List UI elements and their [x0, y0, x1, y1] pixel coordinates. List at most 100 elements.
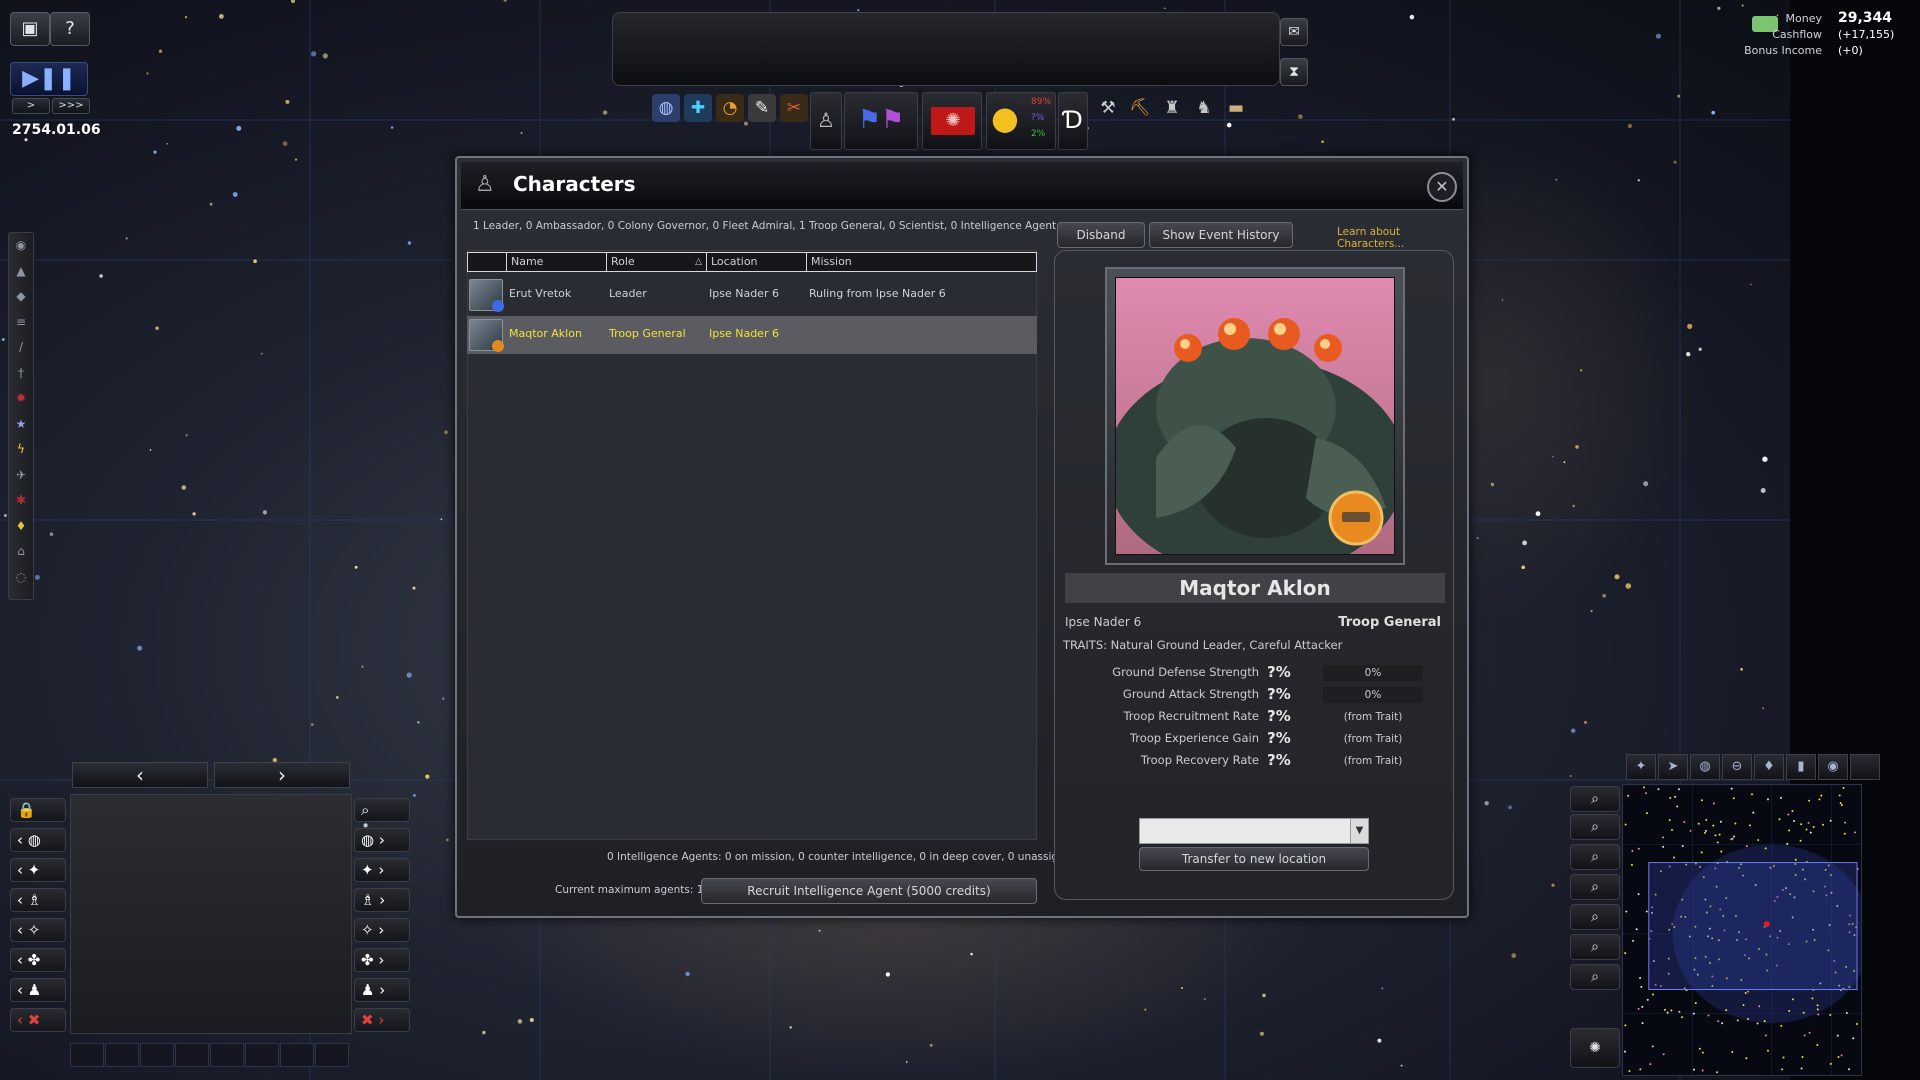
filter-empty-icon[interactable] [1850, 754, 1880, 780]
quick-slot[interactable] [105, 1043, 139, 1067]
zoom-system-button[interactable]: ⌕ [1570, 874, 1620, 900]
pickaxe-icon[interactable]: ⚒ [1094, 94, 1122, 122]
quick-slot[interactable] [70, 1043, 104, 1067]
recruit-agent-button[interactable]: Recruit Intelligence Agent (5000 credits… [701, 878, 1037, 904]
diplomacy-plus-icon[interactable]: ✚ [684, 94, 712, 122]
tank-icon[interactable]: ▬ [1222, 94, 1250, 122]
zoom-out-button[interactable]: ⌕ [1570, 964, 1620, 990]
galaxy-view-button[interactable]: ✺ [1570, 1028, 1620, 1068]
quick-slot[interactable] [140, 1043, 174, 1067]
planet-icon[interactable]: ◉ [9, 233, 33, 259]
play-pause-button[interactable]: ▶❚❚ [10, 62, 88, 96]
next-planet-button[interactable]: ◍ › [354, 828, 410, 852]
zoom-target-button[interactable]: ⌕ [1570, 814, 1620, 840]
minimap-viewport[interactable] [1648, 862, 1858, 990]
resources-pie-icon[interactable]: ◔ [716, 94, 744, 122]
next-ship-button[interactable]: ✦ › [354, 858, 410, 882]
diplomacy-button[interactable]: ⚑⚑ [844, 92, 918, 150]
transfer-location-button[interactable]: Transfer to new location [1139, 847, 1369, 871]
prev-planet-button[interactable]: ‹ ◍ [10, 828, 66, 852]
star-icon[interactable]: ★ [9, 412, 33, 438]
speed-fast-button[interactable]: >>> [52, 98, 90, 114]
ship-icon[interactable]: ▲ [9, 259, 33, 285]
research-icon[interactable]: ♦ [9, 514, 33, 540]
next-troop-button[interactable]: ♟ › [354, 978, 410, 1002]
prev-enemy-button[interactable]: ‹ ✖ [10, 1008, 66, 1032]
quick-slot[interactable] [175, 1043, 209, 1067]
filter-planet-icon[interactable]: ◍ [1690, 754, 1720, 780]
column-role[interactable]: Role △ [606, 253, 706, 271]
filter-orbit-icon[interactable]: ⊖ [1722, 754, 1752, 780]
target-icon[interactable]: ✹ [9, 386, 33, 412]
empire-icon[interactable]: ◍ [652, 94, 680, 122]
learn-about-characters-link[interactable]: Learn about Characters... [1337, 226, 1467, 250]
lock-button[interactable]: 🔒 [10, 798, 66, 822]
base-icon[interactable]: ◆ [9, 284, 33, 310]
column-location[interactable]: Location [706, 253, 806, 271]
filter-empire-icon[interactable]: ✦ [1626, 754, 1656, 780]
message-history-button[interactable]: ⧗ [1280, 58, 1308, 86]
speed-slow-button[interactable]: > [12, 98, 50, 114]
fighter-icon[interactable]: ✈ [9, 463, 33, 489]
construction-icon[interactable]: / [9, 335, 33, 361]
policy-icon[interactable]: ✂ [780, 94, 808, 122]
zoom-enemy-button[interactable]: ⌕ [1570, 844, 1620, 870]
intelligence-button[interactable]: Ɗ [1058, 92, 1088, 150]
troop-icon[interactable]: † [9, 361, 33, 387]
zoom-region-button[interactable]: ⌕ [1570, 934, 1620, 960]
energy-icon[interactable]: ϟ [9, 437, 33, 463]
close-button[interactable]: ✕ [1427, 172, 1457, 202]
expansion-planner-icon[interactable]: ✎ [748, 94, 776, 122]
army-group-icon[interactable]: ♞ [1190, 94, 1218, 122]
prev-construction-button[interactable]: ‹ ♗ [10, 888, 66, 912]
next-button[interactable]: › [214, 762, 350, 788]
characters-button[interactable]: ♙ [810, 92, 842, 150]
anomaly-icon[interactable]: ◌ [9, 565, 33, 591]
prev-fleet-button[interactable]: ‹ ✧ [10, 918, 66, 942]
location-select[interactable]: ▼ [1139, 818, 1369, 844]
minimap-star [1781, 1068, 1784, 1071]
filter-nebula-icon[interactable]: ▮ [1786, 754, 1816, 780]
column-name[interactable]: Name [506, 253, 606, 271]
filter-ship-icon[interactable]: ➤ [1658, 754, 1688, 780]
quick-slot[interactable] [210, 1043, 244, 1067]
prev-troop-button[interactable]: ‹ ♟ [10, 978, 66, 1002]
column-mission[interactable]: Mission [806, 253, 1036, 271]
message-bar[interactable] [612, 12, 1280, 86]
minimap[interactable] [1622, 784, 1862, 1076]
previous-button[interactable]: ‹ [72, 762, 208, 788]
next-base-button[interactable]: ✤ › [354, 948, 410, 972]
research-button[interactable]: ● 89% ?% 2% [986, 92, 1056, 150]
star [1575, 445, 1579, 449]
ruins-icon[interactable]: ⌂ [9, 539, 33, 565]
quick-slot[interactable] [315, 1043, 349, 1067]
ship-icon: ✦ › [361, 861, 385, 879]
pirate-icon[interactable]: ✱ [9, 488, 33, 514]
next-enemy-button[interactable]: ✖ › [354, 1008, 410, 1032]
table-row-selected[interactable]: Maqtor Aklon Troop General Ipse Nader 6 [467, 316, 1037, 354]
filter-galaxy-icon[interactable]: ◉ [1818, 754, 1848, 780]
quick-slot[interactable] [245, 1043, 279, 1067]
next-fleet-button[interactable]: ✧ › [354, 918, 410, 942]
filter-research-icon[interactable]: ♦ [1754, 754, 1784, 780]
disband-button[interactable]: Disband [1057, 222, 1145, 248]
chevron-down-icon[interactable]: ▼ [1350, 819, 1368, 843]
show-event-history-button[interactable]: Show Event History [1149, 222, 1293, 248]
messages-button[interactable]: ✉ [1280, 18, 1308, 46]
zoom-in-button[interactable]: ⌕ [1570, 786, 1620, 812]
system-menu-button[interactable]: ▣ [10, 12, 50, 46]
table-row[interactable]: Erut Vretok Leader Ipse Nader 6 Ruling f… [467, 276, 1037, 314]
next-construction-button[interactable]: ♗ › [354, 888, 410, 912]
star [1584, 720, 1587, 724]
quick-slot[interactable] [280, 1043, 314, 1067]
troops-icon[interactable]: ♜ [1158, 94, 1186, 122]
zoom-to-button[interactable]: ⌕ [354, 798, 410, 822]
zoom-sector-button[interactable]: ⌕ [1570, 904, 1620, 930]
minimap-star [1717, 1020, 1720, 1023]
fleet-icon[interactable]: ≡ [9, 310, 33, 336]
construction-ship-icon[interactable]: ⛏ [1126, 94, 1154, 122]
prev-base-button[interactable]: ‹ ✤ [10, 948, 66, 972]
empire-flag-button[interactable]: ✺ [922, 92, 982, 150]
prev-ship-button[interactable]: ‹ ✦ [10, 858, 66, 882]
help-button[interactable]: ? [50, 12, 90, 46]
